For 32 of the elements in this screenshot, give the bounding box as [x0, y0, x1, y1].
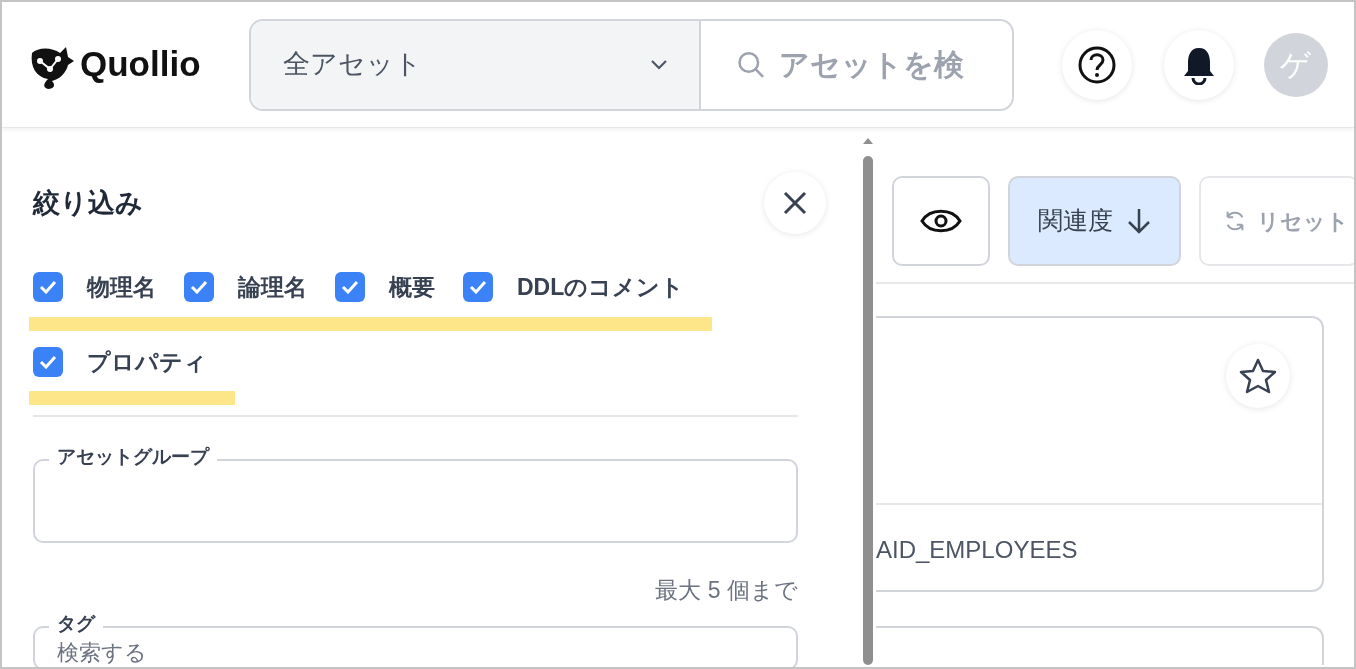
checkbox[interactable] — [335, 272, 365, 303]
check-icon — [39, 354, 57, 369]
checkbox-option[interactable]: 物理名 — [33, 270, 184, 305]
asset-name: AID_EMPLOYEES — [876, 535, 1078, 565]
sort-button[interactable]: 関連度 — [1008, 176, 1181, 266]
check-icon — [190, 280, 208, 295]
field-label: アセットグループ — [49, 445, 217, 469]
checkbox[interactable] — [33, 272, 63, 303]
help-icon — [1076, 44, 1117, 85]
checkbox-option[interactable]: プロパティ — [33, 344, 235, 379]
checkbox[interactable] — [184, 272, 214, 303]
checkbox-option[interactable]: DDLのコメント — [463, 270, 713, 305]
chevron-down-icon — [648, 58, 669, 71]
panel-title: 絞り込み — [33, 186, 143, 220]
checkbox[interactable] — [463, 272, 493, 303]
result-card[interactable]: AID_EMPLOYEES — [876, 316, 1324, 592]
eye-icon — [920, 208, 962, 234]
checkbox-option[interactable]: 概要 — [335, 270, 463, 305]
checkbox-option[interactable]: 論理名 — [184, 270, 335, 305]
field-label: タグ — [49, 611, 103, 636]
close-button[interactable] — [764, 172, 826, 234]
check-icon — [469, 280, 487, 295]
limit-note: 最大 5 個まで — [654, 576, 798, 605]
visibility-button[interactable] — [892, 176, 990, 266]
favorite-button[interactable] — [1226, 344, 1290, 408]
check-icon — [341, 280, 359, 295]
arrow-down-icon — [1127, 207, 1151, 235]
check-icon — [39, 280, 57, 295]
close-icon — [782, 190, 808, 216]
logo-text: Quollio — [80, 43, 201, 86]
checkbox[interactable] — [33, 346, 63, 377]
scope-dropdown[interactable]: 全アセット — [250, 20, 701, 109]
